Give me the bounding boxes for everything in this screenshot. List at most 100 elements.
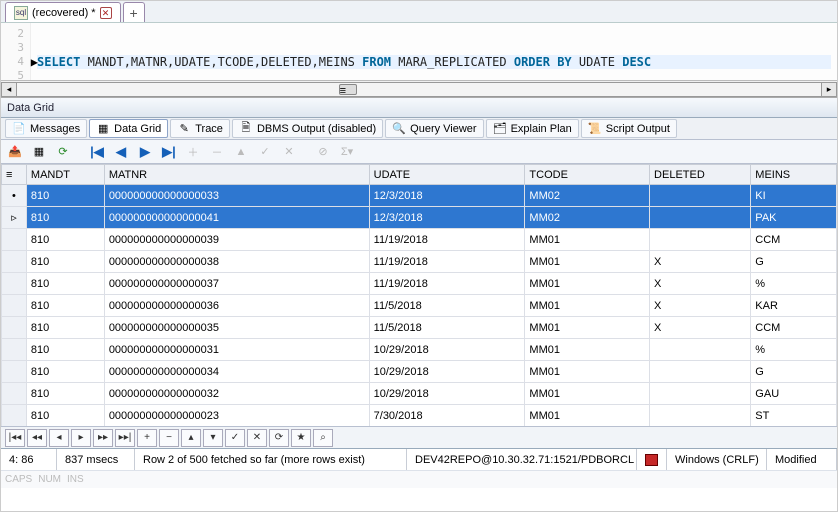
post-icon[interactable]: ✓ — [255, 142, 275, 162]
cell-matnr[interactable]: 000000000000000023 — [104, 405, 369, 427]
cell-tcode[interactable]: MM01 — [525, 273, 650, 295]
nav-del-icon[interactable]: − — [159, 429, 179, 447]
nav-cancel-icon[interactable]: ✕ — [247, 429, 267, 447]
cell-deleted[interactable] — [650, 207, 751, 229]
cell-matnr[interactable]: 000000000000000037 — [104, 273, 369, 295]
sum-icon[interactable]: Σ▾ — [337, 142, 357, 162]
cell-matnr[interactable]: 000000000000000032 — [104, 383, 369, 405]
cell-mandt[interactable]: 810 — [26, 207, 104, 229]
cell-deleted[interactable] — [650, 229, 751, 251]
scroll-right-icon[interactable]: ▸ — [821, 82, 837, 97]
add-tab-button[interactable]: + — [123, 2, 145, 22]
cell-tcode[interactable]: MM01 — [525, 339, 650, 361]
col-matnr[interactable]: MATNR — [104, 165, 369, 185]
col-meins[interactable]: MEINS — [751, 165, 837, 185]
table-row[interactable]: 81000000000000000003110/29/2018MM01% — [2, 339, 837, 361]
nav-first-icon[interactable]: |◂◂ — [5, 429, 25, 447]
nav-last-icon[interactable]: ▸▸| — [115, 429, 135, 447]
cell-udate[interactable]: 12/3/2018 — [369, 185, 525, 207]
col-deleted[interactable]: DELETED — [650, 165, 751, 185]
cell-deleted[interactable]: X — [650, 251, 751, 273]
first-record-icon[interactable]: |◀ — [87, 142, 107, 162]
cell-matnr[interactable]: 000000000000000034 — [104, 361, 369, 383]
cell-udate[interactable]: 10/29/2018 — [369, 361, 525, 383]
cell-udate[interactable]: 10/29/2018 — [369, 383, 525, 405]
cell-tcode[interactable]: MM01 — [525, 229, 650, 251]
cell-udate[interactable]: 11/19/2018 — [369, 273, 525, 295]
table-row[interactable]: 81000000000000000003611/5/2018MM01XKAR — [2, 295, 837, 317]
cell-tcode[interactable]: MM01 — [525, 295, 650, 317]
editor-hscroll[interactable]: ◂ ≡ ▸ — [1, 81, 837, 98]
cell-deleted[interactable] — [650, 383, 751, 405]
table-row[interactable]: •81000000000000000003312/3/2018MM02KI — [2, 185, 837, 207]
cell-meins[interactable]: CCM — [751, 317, 837, 339]
cell-matnr[interactable]: 000000000000000039 — [104, 229, 369, 251]
cell-meins[interactable]: ST — [751, 405, 837, 427]
sql-editor[interactable]: 2 3 4 5 ▶ SELECT MANDT,MATNR,UDATE,TCODE… — [1, 23, 837, 81]
scroll-thumb[interactable]: ≡ — [339, 84, 357, 95]
nav-ok-icon[interactable]: ✓ — [225, 429, 245, 447]
tab-recovered[interactable]: sql (recovered) * ✕ — [5, 2, 121, 22]
filter-icon[interactable]: ⊘ — [313, 142, 333, 162]
cell-udate[interactable]: 11/19/2018 — [369, 229, 525, 251]
cell-udate[interactable]: 7/30/2018 — [369, 405, 525, 427]
cell-mandt[interactable]: 810 — [26, 295, 104, 317]
cell-meins[interactable]: KAR — [751, 295, 837, 317]
cell-mandt[interactable]: 810 — [26, 339, 104, 361]
tab-dbms[interactable]: 🗎DBMS Output (disabled) — [232, 119, 383, 138]
row-selector-header[interactable]: ≡ — [2, 165, 27, 185]
cell-tcode[interactable]: MM01 — [525, 317, 650, 339]
cell-mandt[interactable]: 810 — [26, 229, 104, 251]
cell-meins[interactable]: PAK — [751, 207, 837, 229]
cell-udate[interactable]: 11/19/2018 — [369, 251, 525, 273]
cell-matnr[interactable]: 000000000000000038 — [104, 251, 369, 273]
cell-matnr[interactable]: 000000000000000035 — [104, 317, 369, 339]
edit-record-icon[interactable]: ▲ — [231, 142, 251, 162]
cell-udate[interactable]: 11/5/2018 — [369, 317, 525, 339]
cell-udate[interactable]: 12/3/2018 — [369, 207, 525, 229]
scroll-left-icon[interactable]: ◂ — [1, 82, 17, 97]
tab-trace[interactable]: ✎Trace — [170, 119, 230, 138]
prev-record-icon[interactable]: ◀ — [111, 142, 131, 162]
cell-meins[interactable]: G — [751, 251, 837, 273]
refresh-icon[interactable]: ⟳ — [53, 142, 73, 162]
table-row[interactable]: 8100000000000000000237/30/2018MM01ST — [2, 405, 837, 427]
cell-tcode[interactable]: MM02 — [525, 185, 650, 207]
cell-udate[interactable]: 11/5/2018 — [369, 295, 525, 317]
table-row[interactable]: 81000000000000000003410/29/2018MM01G — [2, 361, 837, 383]
cell-deleted[interactable]: X — [650, 273, 751, 295]
table-row[interactable]: ▹81000000000000000004112/3/2018MM02PAK — [2, 207, 837, 229]
cell-meins[interactable]: G — [751, 361, 837, 383]
col-udate[interactable]: UDATE — [369, 165, 525, 185]
tab-messages[interactable]: 📄Messages — [5, 119, 87, 138]
export-icon[interactable]: 📤 — [5, 142, 25, 162]
cell-tcode[interactable]: MM02 — [525, 207, 650, 229]
sql-code[interactable]: SELECT MANDT,MATNR,UDATE,TCODE,DELETED,M… — [31, 23, 837, 80]
data-grid[interactable]: ≡ MANDT MATNR UDATE TCODE DELETED MEINS … — [1, 164, 837, 426]
cell-tcode[interactable]: MM01 — [525, 361, 650, 383]
nav-nextpage-icon[interactable]: ▸▸ — [93, 429, 113, 447]
cell-matnr[interactable]: 000000000000000033 — [104, 185, 369, 207]
cell-deleted[interactable] — [650, 405, 751, 427]
cell-deleted[interactable]: X — [650, 317, 751, 339]
cell-tcode[interactable]: MM01 — [525, 383, 650, 405]
table-row[interactable]: 81000000000000000003511/5/2018MM01XCCM — [2, 317, 837, 339]
cell-matnr[interactable]: 000000000000000036 — [104, 295, 369, 317]
nav-prevpage-icon[interactable]: ◂◂ — [27, 429, 47, 447]
table-row[interactable]: 81000000000000000003911/19/2018MM01 CCM — [2, 229, 837, 251]
cell-meins[interactable]: CCM — [751, 229, 837, 251]
last-record-icon[interactable]: ▶| — [159, 142, 179, 162]
cell-matnr[interactable]: 000000000000000041 — [104, 207, 369, 229]
cell-udate[interactable]: 10/29/2018 — [369, 339, 525, 361]
table-row[interactable]: 81000000000000000003811/19/2018MM01XG — [2, 251, 837, 273]
cell-mandt[interactable]: 810 — [26, 383, 104, 405]
table-row[interactable]: 81000000000000000003711/19/2018MM01X% — [2, 273, 837, 295]
cell-deleted[interactable] — [650, 185, 751, 207]
nav-prev-icon[interactable]: ◂ — [49, 429, 69, 447]
cell-mandt[interactable]: 810 — [26, 317, 104, 339]
cell-mandt[interactable]: 810 — [26, 185, 104, 207]
add-record-icon[interactable]: ＋ — [183, 142, 203, 162]
nav-dn-icon[interactable]: ▾ — [203, 429, 223, 447]
col-mandt[interactable]: MANDT — [26, 165, 104, 185]
cell-matnr[interactable]: 000000000000000031 — [104, 339, 369, 361]
